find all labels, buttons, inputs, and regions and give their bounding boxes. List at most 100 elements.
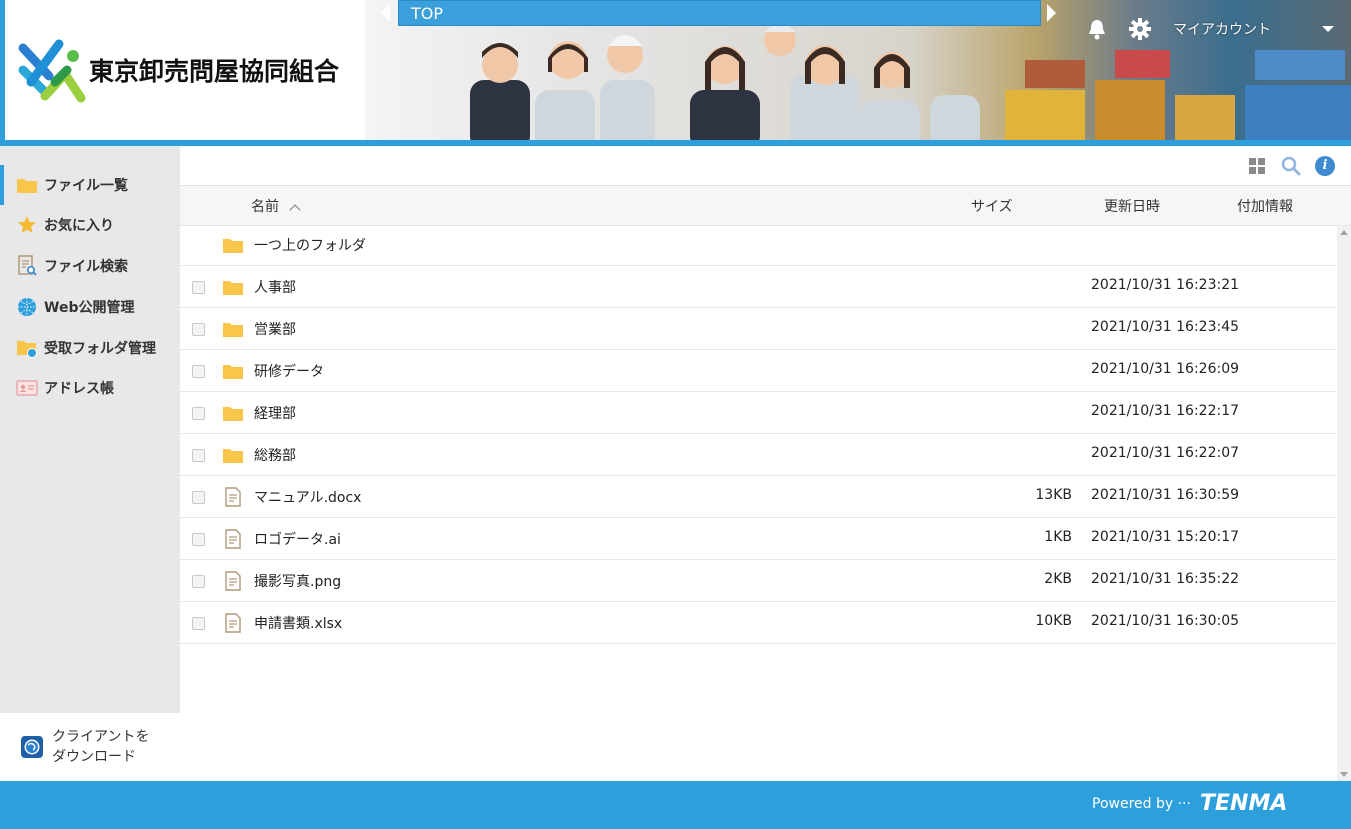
file-size: 2KB (1044, 571, 1072, 587)
download-globe-icon (21, 736, 43, 758)
file-size: 10KB (1035, 613, 1072, 629)
table-row[interactable]: 申請書類.xlsx 10KB 2021/10/31 16:30:05 (180, 602, 1336, 644)
table-row[interactable]: ロゴデータ.ai 1KB 2021/10/31 15:20:17 (180, 518, 1336, 560)
column-header-updated[interactable]: 更新日時 (1104, 196, 1160, 216)
scroll-up-arrow[interactable] (1340, 230, 1348, 235)
row-checkbox[interactable] (192, 575, 205, 588)
folder-icon (223, 323, 243, 337)
file-name[interactable]: 人事部 (254, 277, 296, 297)
column-header-name-label: 名前 (251, 199, 279, 215)
sidebar-item-favorites[interactable]: お気に入り (0, 205, 180, 245)
produce-crates-photo (1005, 50, 1351, 140)
column-header-size[interactable]: サイズ (971, 196, 1013, 216)
sidebar: ファイル一覧 お気に入り ファイル検索 Web公開管理 受取フォルダ管理 アドレ… (0, 146, 180, 781)
table-row[interactable]: 経理部 2021/10/31 16:22:17 (180, 392, 1336, 434)
breadcrumb[interactable]: TOP (398, 0, 1041, 26)
table-row[interactable]: 総務部 2021/10/31 16:22:07 (180, 434, 1336, 476)
file-updated: 2021/10/31 16:30:59 (1091, 487, 1240, 503)
document-icon (225, 487, 241, 507)
download-client-button[interactable]: クライアントを ダウンロード (0, 713, 180, 781)
logo-mark-icon (18, 39, 86, 103)
row-checkbox[interactable] (192, 533, 205, 546)
download-client-label: クライアントを ダウンロード (52, 729, 150, 765)
globe-icon (16, 296, 38, 318)
app-footer: Powered by ··· TENMA (0, 781, 1351, 829)
my-account-menu[interactable]: マイアカウント (1173, 19, 1271, 39)
file-name[interactable]: 撮影写真.png (254, 571, 341, 591)
row-checkbox[interactable] (192, 407, 205, 420)
search-icon[interactable] (1281, 156, 1301, 176)
table-row[interactable]: 営業部 2021/10/31 16:23:45 (180, 308, 1336, 350)
table-row[interactable]: 人事部 2021/10/31 16:23:21 (180, 266, 1336, 308)
sidebar-item-file-search[interactable]: ファイル検索 (0, 246, 180, 286)
star-icon (16, 214, 38, 236)
sidebar-item-label: アドレス帳 (44, 381, 114, 397)
chevron-down-icon[interactable] (1322, 26, 1334, 32)
file-name[interactable]: 研修データ (254, 361, 324, 381)
file-name[interactable]: 申請書類.xlsx (254, 613, 342, 633)
row-checkbox[interactable] (192, 323, 205, 336)
document-icon (225, 613, 241, 633)
notification-bell-icon[interactable] (1087, 18, 1107, 40)
sidebar-item-label: Web公開管理 (44, 300, 135, 316)
vertical-scrollbar[interactable] (1337, 226, 1351, 781)
folder-icon (16, 174, 38, 196)
breadcrumb-label[interactable]: TOP (411, 4, 443, 23)
document-icon (225, 529, 241, 549)
tenma-logo[interactable]: TENMA (1200, 791, 1287, 816)
file-size: 13KB (1035, 487, 1072, 503)
file-name[interactable]: 営業部 (254, 319, 296, 339)
file-name[interactable]: 総務部 (254, 445, 296, 465)
file-name[interactable]: マニュアル.docx (254, 487, 361, 507)
file-search-icon (16, 255, 38, 277)
file-updated: 2021/10/31 16:23:21 (1091, 277, 1240, 293)
row-checkbox[interactable] (192, 617, 205, 630)
folder-icon (223, 281, 243, 295)
file-table-header: 名前 サイズ 更新日時 付加情報 (180, 186, 1351, 226)
address-card-icon (16, 377, 38, 399)
parent-folder-label[interactable]: 一つ上のフォルダ (254, 235, 366, 255)
file-name[interactable]: ロゴデータ.ai (254, 529, 341, 549)
sidebar-item-file-list[interactable]: ファイル一覧 (0, 165, 180, 205)
file-updated: 2021/10/31 16:35:22 (1091, 571, 1240, 587)
row-checkbox[interactable] (192, 365, 205, 378)
row-checkbox[interactable] (192, 281, 205, 294)
folder-globe-icon (16, 337, 38, 359)
file-updated: 2021/10/31 16:23:45 (1091, 319, 1240, 335)
row-checkbox[interactable] (192, 491, 205, 504)
sidebar-item-label: 受取フォルダ管理 (44, 341, 156, 357)
file-name[interactable]: 経理部 (254, 403, 296, 423)
sort-ascending-icon[interactable] (289, 204, 301, 216)
scroll-down-arrow[interactable] (1340, 772, 1348, 777)
content-toolbar: i (180, 146, 1351, 186)
column-header-info[interactable]: 付加情報 (1237, 196, 1293, 216)
org-name: 東京卸売問屋協同組合 (89, 57, 340, 86)
folder-icon (223, 365, 243, 379)
folder-icon (223, 239, 243, 253)
sidebar-item-label: お気に入り (44, 218, 114, 234)
sidebar-item-label: ファイル一覧 (44, 178, 128, 194)
file-list: 一つ上のフォルダ 人事部 2021/10/31 16:23:21 営業部 202… (180, 226, 1336, 644)
table-row[interactable]: 研修データ 2021/10/31 16:26:09 (180, 350, 1336, 392)
document-icon (225, 571, 241, 591)
sidebar-item-address-book[interactable]: アドレス帳 (0, 368, 180, 408)
folder-icon (223, 407, 243, 421)
staff-photo (470, 24, 980, 140)
file-size: 1KB (1044, 529, 1072, 545)
info-icon[interactable]: i (1315, 156, 1335, 176)
file-updated: 2021/10/31 16:30:05 (1091, 613, 1240, 629)
org-logo[interactable]: 東京卸売問屋協同組合 (5, 0, 365, 140)
file-updated: 2021/10/31 16:26:09 (1091, 361, 1240, 377)
sidebar-item-inbox-folder[interactable]: 受取フォルダ管理 (0, 328, 180, 368)
folder-icon (223, 449, 243, 463)
row-checkbox[interactable] (192, 449, 205, 462)
grid-view-icon[interactable] (1249, 158, 1265, 174)
sidebar-item-web-publish[interactable]: Web公開管理 (0, 287, 180, 327)
table-row[interactable]: 撮影写真.png 2KB 2021/10/31 16:35:22 (180, 560, 1336, 602)
settings-gear-icon[interactable] (1129, 18, 1151, 40)
table-row[interactable]: マニュアル.docx 13KB 2021/10/31 16:30:59 (180, 476, 1336, 518)
column-header-name[interactable]: 名前 (251, 196, 301, 216)
breadcrumb-forward-arrow[interactable] (1047, 4, 1056, 22)
breadcrumb-back-arrow[interactable] (381, 4, 390, 22)
parent-folder-row[interactable]: 一つ上のフォルダ (180, 226, 1336, 266)
